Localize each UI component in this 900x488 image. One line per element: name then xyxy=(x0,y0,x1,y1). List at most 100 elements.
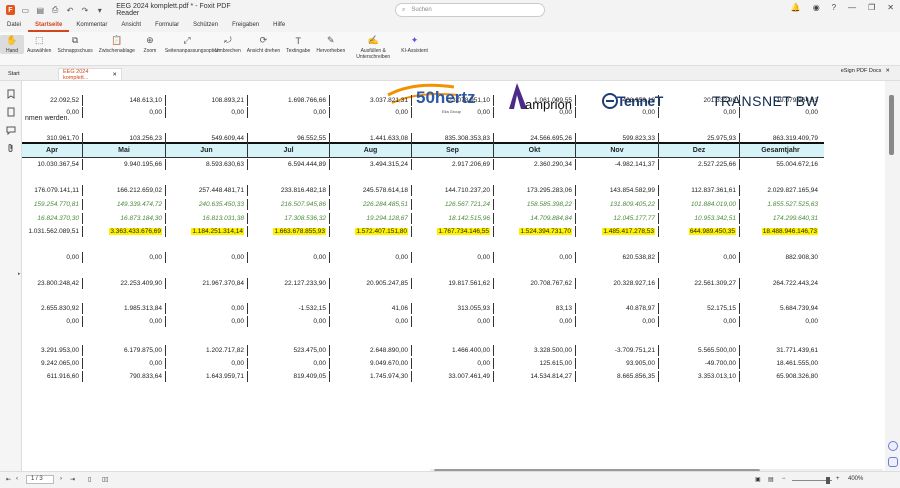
save-icon[interactable]: ▤ xyxy=(36,5,45,15)
table-cell[interactable]: 20.708.767,62 xyxy=(493,278,575,289)
table-cell[interactable]: 12.045.177,77 xyxy=(575,213,658,224)
table-cell[interactable]: 0,00 xyxy=(22,107,82,118)
table-cell[interactable]: 40.878,97 xyxy=(575,303,658,314)
comment-icon[interactable] xyxy=(6,125,16,135)
print-icon[interactable]: ⎙ xyxy=(51,5,60,15)
minimize-icon[interactable]: — xyxy=(848,3,856,12)
table-cell[interactable]: 14.709.884,84 xyxy=(493,213,575,224)
table-cell[interactable]: 257.448.481,71 xyxy=(165,185,247,196)
search-input[interactable]: ⌕ Suchen xyxy=(395,3,545,17)
table-cell[interactable]: 0,00 xyxy=(165,303,247,314)
table-cell[interactable]: 144.710.237,20 xyxy=(411,185,493,196)
notification-bell-icon[interactable]: 🔔 xyxy=(791,3,801,12)
table-cell[interactable]: 0,00 xyxy=(165,252,247,263)
table-cell[interactable]: 18.142.515,96 xyxy=(411,213,493,224)
page-nav-last-icon[interactable]: ⇥ xyxy=(70,476,75,483)
table-cell[interactable]: 22.561.309,27 xyxy=(658,278,739,289)
table-cell[interactable]: 0,00 xyxy=(165,107,247,118)
ribbon-button-zoom[interactable]: ⊕ Zoom xyxy=(138,35,162,54)
facing-page-icon[interactable]: ▯▯ xyxy=(102,476,109,483)
ai-assistant-float-icon[interactable] xyxy=(888,441,898,451)
restore-icon[interactable]: ❐ xyxy=(868,3,875,12)
table-cell[interactable]: 22.127.233,90 xyxy=(247,278,329,289)
page-nav-next-icon[interactable]: › xyxy=(60,476,62,482)
table-cell[interactable]: 313.055,93 xyxy=(411,303,493,314)
tab-start[interactable]: Start xyxy=(4,68,24,80)
table-cell[interactable]: 1.698.766,66 xyxy=(247,95,329,106)
menu-item-kommentar[interactable]: Kommentar xyxy=(69,20,114,32)
continuous-page-icon[interactable]: ▯ xyxy=(88,476,91,483)
table-cell[interactable]: 0,00 xyxy=(329,107,411,118)
table-cell[interactable]: 19.817.561,62 xyxy=(411,278,493,289)
table-cell[interactable]: 143.854.582,99 xyxy=(575,185,658,196)
table-cell[interactable]: 173.295.283,06 xyxy=(493,185,575,196)
table-cell[interactable]: 5.565.500,00 xyxy=(658,345,739,356)
table-cell[interactable]: 20.328.927,16 xyxy=(575,278,658,289)
table-cell[interactable]: 19.294.128,67 xyxy=(329,213,411,224)
page-number-field[interactable]: 1 / 3 xyxy=(26,475,54,484)
page-nav-first-icon[interactable]: ⇤ xyxy=(6,476,11,483)
table-cell[interactable]: 0,00 xyxy=(247,107,329,118)
table-cell[interactable]: 1.061.099,55 xyxy=(493,95,575,106)
table-cell[interactable]: 41,06 xyxy=(329,303,411,314)
menu-item-hilfe[interactable]: Hilfe xyxy=(266,20,292,32)
fit-width-icon[interactable]: ▤ xyxy=(768,476,774,483)
table-cell[interactable]: 0,00 xyxy=(493,252,575,263)
close-icon[interactable]: ✕ xyxy=(887,3,894,12)
table-cell[interactable]: 0,00 xyxy=(82,316,165,327)
table-cell[interactable]: 6.594.444,89 xyxy=(247,159,329,170)
table-cell[interactable]: 549.609,44 xyxy=(165,133,247,144)
table-cell[interactable]: 126.567.721,24 xyxy=(411,199,493,210)
table-cell[interactable]: -19.079.964,63 xyxy=(739,95,821,106)
table-cell[interactable]: 1.202.717,82 xyxy=(165,345,247,356)
menu-item-datei[interactable]: Datei xyxy=(0,20,28,32)
menu-item-ansicht[interactable]: Ansicht xyxy=(114,20,148,32)
ribbon-button-umbrechen[interactable]: ⤾ Umbrechen xyxy=(212,35,244,54)
zoom-out-icon[interactable]: − xyxy=(782,476,786,482)
table-cell[interactable]: 22.092,52 xyxy=(22,95,82,106)
table-cell[interactable]: 620.538,82 xyxy=(575,252,658,263)
table-cell[interactable]: 2.648.890,00 xyxy=(329,345,411,356)
table-cell[interactable]: 0,00 xyxy=(82,107,165,118)
table-cell[interactable]: 8.665.856,35 xyxy=(575,371,658,382)
table-cell[interactable]: 21.967.370,84 xyxy=(165,278,247,289)
table-cell[interactable]: 158.585.398,22 xyxy=(493,199,575,210)
table-cell[interactable]: 406.959,10 xyxy=(575,95,658,106)
table-cell[interactable]: 644.989.450,35 xyxy=(658,226,739,237)
table-cell[interactable]: 112.837.361,61 xyxy=(658,185,739,196)
table-cell[interactable]: 264.722.443,24 xyxy=(739,278,821,289)
table-cell[interactable]: 2.917.206,69 xyxy=(411,159,493,170)
table-cell[interactable]: 1.663.678.855,93 xyxy=(247,226,329,237)
redo-icon[interactable]: ↷ xyxy=(80,5,89,15)
table-cell[interactable]: 24.566.695,26 xyxy=(493,133,575,144)
table-cell[interactable]: 0,00 xyxy=(165,358,247,369)
table-cell[interactable]: 1.031.562.089,51 xyxy=(22,226,82,237)
table-cell[interactable]: 245.578.614,18 xyxy=(329,185,411,196)
table-cell[interactable]: 2.527.225,66 xyxy=(658,159,739,170)
table-cell[interactable]: 0,00 xyxy=(247,316,329,327)
ribbon-button-ausfüllen-unterschreiben[interactable]: ✍ Ausfüllen & Unterschreiben xyxy=(348,35,398,60)
table-cell[interactable]: 310.961,70 xyxy=(22,133,82,144)
ribbon-button-auswählen[interactable]: ⬚ Auswählen xyxy=(24,35,54,54)
table-cell[interactable]: 2.029.827.165,94 xyxy=(739,185,821,196)
table-cell[interactable]: 240.635.450,33 xyxy=(165,199,247,210)
ribbon-button-ansicht-drehen[interactable]: ⟳ Ansicht drehen xyxy=(244,35,283,54)
table-cell[interactable]: 0,00 xyxy=(658,107,739,118)
table-cell[interactable]: 0,00 xyxy=(82,252,165,263)
vertical-scrollbar[interactable] xyxy=(885,81,900,471)
panel-expand-icon[interactable]: ▸ xyxy=(18,271,21,277)
table-cell[interactable]: 1.485.417.278,53 xyxy=(575,226,658,237)
tab-close-icon[interactable]: ✕ xyxy=(112,72,117,78)
table-cell[interactable]: 25.975,93 xyxy=(658,133,739,144)
table-cell[interactable]: 0,00 xyxy=(493,316,575,327)
table-cell[interactable]: 103.256,23 xyxy=(82,133,165,144)
table-cell[interactable]: 9.049.670,00 xyxy=(329,358,411,369)
table-cell[interactable]: 523.475,00 xyxy=(247,345,329,356)
ribbon-button-zwischenablage[interactable]: 📋 Zwischenablage xyxy=(96,35,138,54)
panel-close-icon[interactable]: ✕ xyxy=(885,68,890,74)
table-cell[interactable]: 125.615,00 xyxy=(493,358,575,369)
table-cell[interactable]: 52.175,15 xyxy=(658,303,739,314)
attachment-icon[interactable] xyxy=(6,143,16,153)
table-cell[interactable]: 159.254.770,81 xyxy=(22,199,82,210)
table-cell[interactable]: 0,00 xyxy=(22,252,82,263)
